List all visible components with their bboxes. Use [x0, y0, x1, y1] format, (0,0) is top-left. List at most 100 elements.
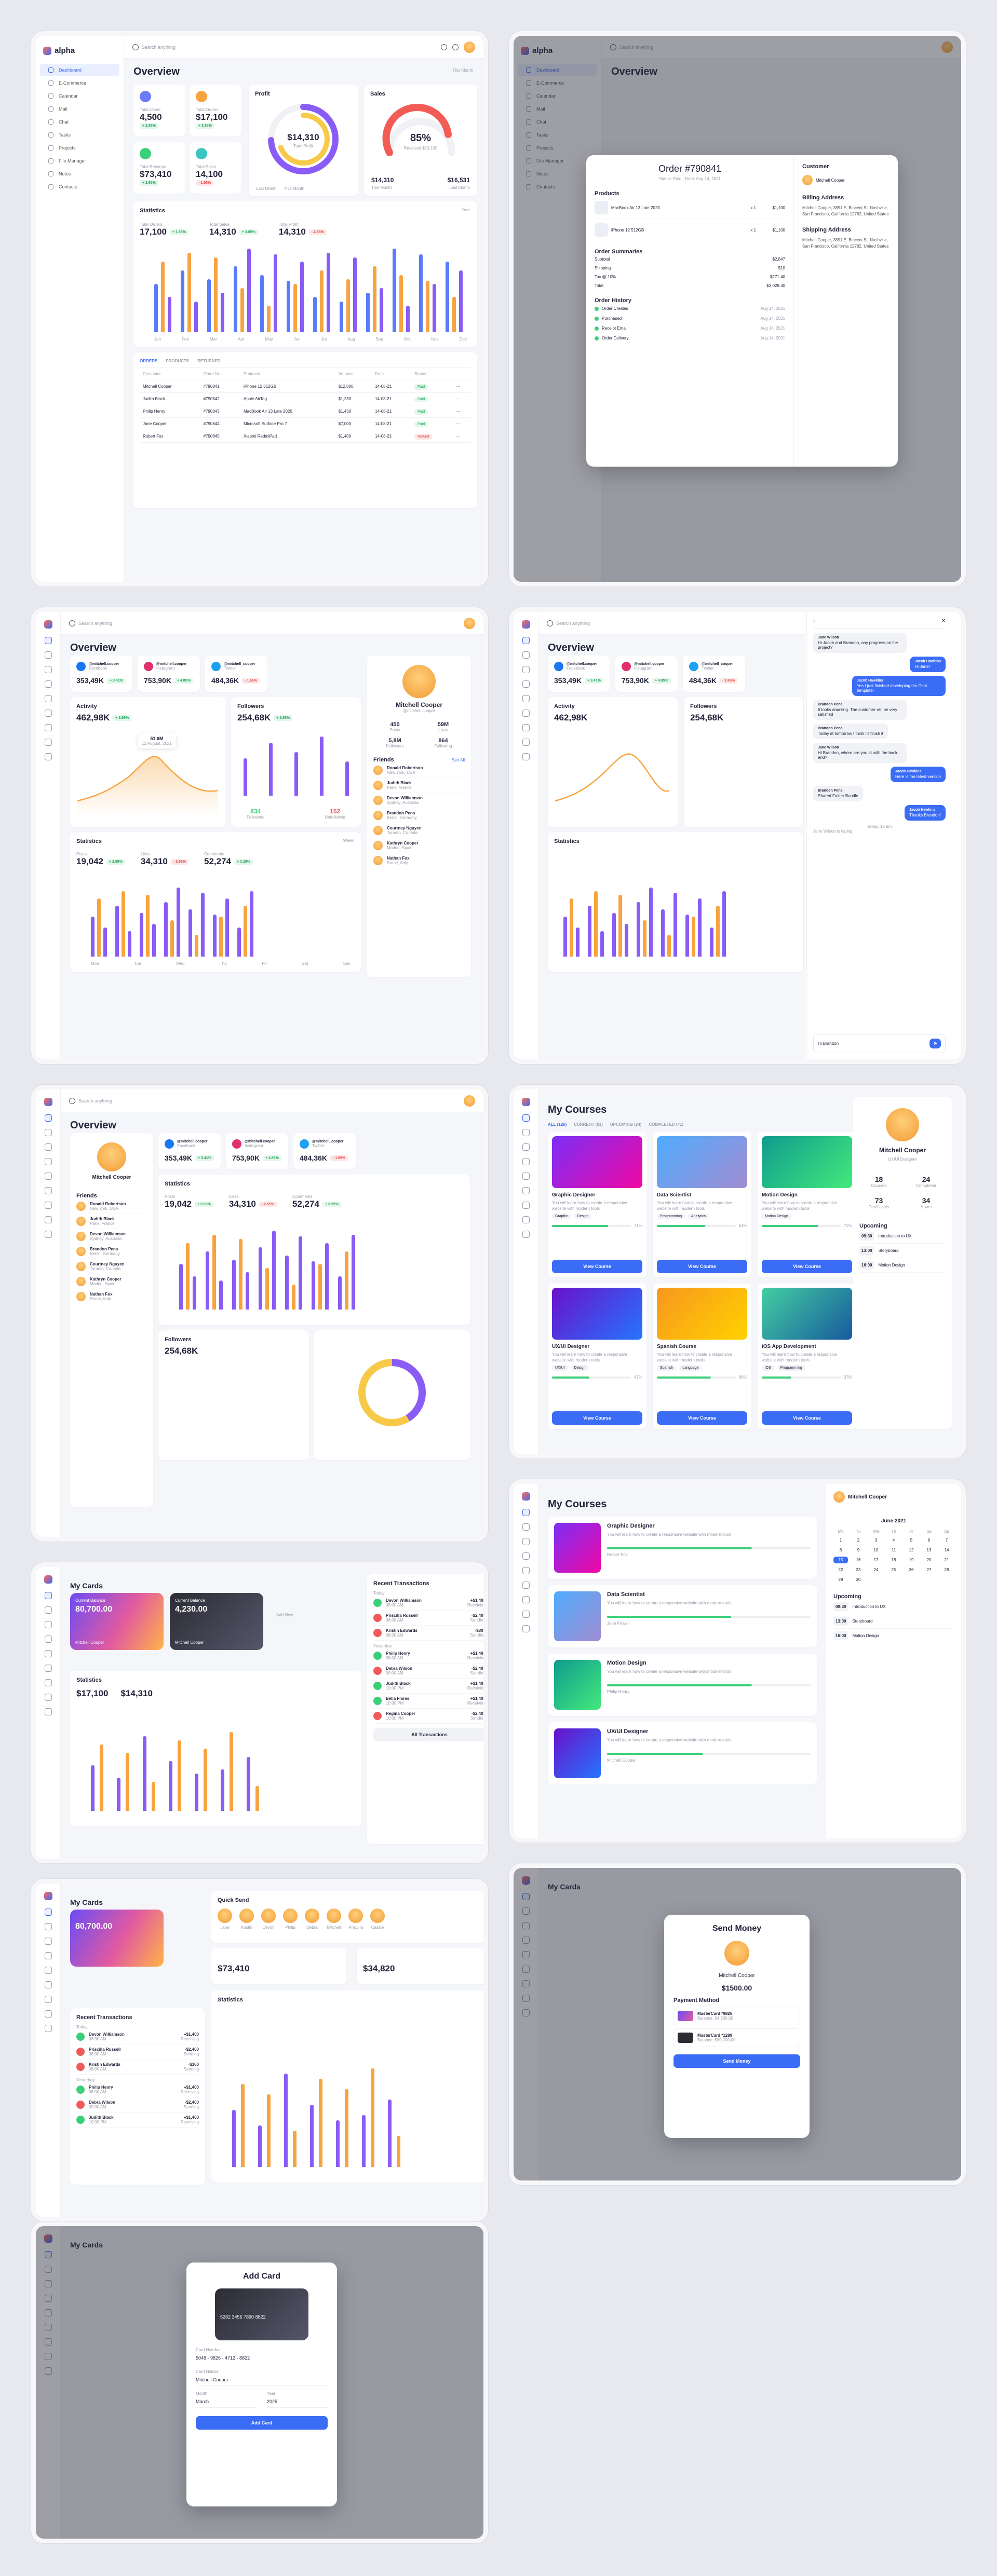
nav-icon[interactable]: [522, 651, 530, 659]
more-icon[interactable]: ···: [453, 417, 471, 430]
nav-icon[interactable]: [522, 1216, 530, 1223]
calendar-day[interactable]: 14: [939, 1547, 954, 1553]
amount-input[interactable]: $1500.00: [673, 1984, 800, 1992]
calendar-day[interactable]: 8: [833, 1547, 848, 1553]
upcoming-item[interactable]: 16:00 Motion Design: [859, 1258, 946, 1273]
sidebar-item-chat[interactable]: Chat: [40, 116, 119, 128]
statistics-period-select[interactable]: Year: [462, 208, 470, 212]
more-icon[interactable]: ···: [453, 405, 471, 418]
credit-card-primary[interactable]: 80,700.00: [70, 1910, 164, 1967]
course-tab[interactable]: CURRENT (61): [574, 1122, 603, 1127]
logo-icon[interactable]: [521, 1098, 530, 1106]
friend-item[interactable]: Devon Williamson Sydney, Australia: [373, 793, 465, 808]
chat-input[interactable]: Hi Brandon ➤: [813, 1034, 946, 1053]
calendar-day[interactable]: 4: [886, 1537, 901, 1544]
nav-icon[interactable]: [44, 1231, 52, 1238]
nav-icon[interactable]: [44, 1665, 52, 1672]
upcoming-item[interactable]: 13:00 Storyboard: [833, 1614, 954, 1629]
nav-icon[interactable]: [522, 1158, 530, 1165]
friend-item[interactable]: Ronald Robertson New York, USA: [373, 763, 465, 778]
course-card[interactable]: iOS App Development You will learn how to…: [758, 1284, 856, 1429]
see-all-link[interactable]: See All: [452, 758, 465, 762]
friend-item[interactable]: Devon Williamson Sydney, Australia: [76, 1229, 147, 1244]
course-list-item[interactable]: UX/UI Designer You will learn how to crea…: [548, 1722, 817, 1784]
transaction-item[interactable]: Bella Flores 10:00 PM +$1,400 Receiving: [373, 1694, 483, 1709]
calendar-day[interactable]: 9: [851, 1547, 866, 1553]
sidebar-item-calendar[interactable]: Calendar: [40, 90, 119, 102]
nav-icon[interactable]: [44, 1938, 52, 1945]
nav-icon[interactable]: [522, 1231, 530, 1238]
course-list-item[interactable]: Data Scientist You will learn how to crea…: [548, 1585, 817, 1647]
nav-icon[interactable]: [522, 1596, 530, 1603]
nav-icon[interactable]: [44, 651, 52, 659]
upcoming-item[interactable]: 09:30 Introduction to UX: [833, 1600, 954, 1614]
calendar-day[interactable]: 25: [886, 1566, 901, 1573]
course-tab[interactable]: COMPLETED (41): [649, 1122, 683, 1127]
logo-icon[interactable]: [44, 1892, 52, 1900]
calendar-day[interactable]: 15: [833, 1557, 848, 1563]
transaction-item[interactable]: Devon Williamson 08:00 AM +$1,400 Receiving: [373, 1596, 483, 1611]
all-transactions-button[interactable]: All Transactions: [373, 1728, 483, 1741]
nav-icon[interactable]: [44, 1923, 52, 1930]
sidebar-item-tasks[interactable]: Tasks: [40, 129, 119, 141]
quick-send-person[interactable]: Priscilla: [348, 1909, 363, 1930]
friend-item[interactable]: Courtney Nguyen Toronto, Canada: [76, 1259, 147, 1274]
course-card[interactable]: UX/UI Designer You will learn how to crea…: [548, 1284, 646, 1429]
transaction-item[interactable]: Kristin Edwards 08:00 AM -$300 Sending: [76, 2060, 199, 2075]
logo-icon[interactable]: [44, 620, 52, 629]
nav-icon[interactable]: [44, 695, 52, 702]
nav-icon[interactable]: [522, 1567, 530, 1574]
nav-icon[interactable]: [44, 666, 52, 673]
nav-icon[interactable]: [44, 1606, 52, 1614]
nav-icon[interactable]: [44, 1621, 52, 1628]
quick-send-person[interactable]: Debra: [305, 1909, 319, 1930]
nav-icon[interactable]: [44, 1202, 52, 1209]
quick-send-person[interactable]: Cassie: [370, 1909, 385, 1930]
calendar-day[interactable]: 16: [851, 1557, 866, 1563]
calendar-day[interactable]: 24: [869, 1566, 883, 1573]
nav-icon[interactable]: [522, 1187, 530, 1194]
friend-item[interactable]: Judith Black Paris, France: [76, 1214, 147, 1229]
nav-icon[interactable]: [522, 1114, 530, 1122]
search-bar[interactable]: Search anything: [547, 620, 797, 626]
sidebar-item-file-manager[interactable]: File Manager: [40, 155, 119, 167]
credit-card-secondary[interactable]: Current Balance 4,230.00 Mitchell Cooper: [170, 1593, 263, 1650]
friend-item[interactable]: Brandon Pena Berlin, Germany: [76, 1244, 147, 1259]
nav-icon[interactable]: [44, 724, 52, 731]
payment-method[interactable]: MasterCard *9826 Balance: $4,230.00: [673, 2007, 800, 2025]
calendar-day[interactable]: 30: [851, 1576, 866, 1583]
logo-icon[interactable]: [44, 1575, 52, 1584]
view-course-button[interactable]: View Course: [552, 1260, 642, 1273]
calendar-day[interactable]: 11: [886, 1547, 901, 1553]
nav-icon[interactable]: [44, 753, 52, 760]
card-number-input[interactable]: 5048 - 9826 - 4712 - 8822: [196, 2352, 328, 2364]
nav-icon[interactable]: [522, 637, 530, 644]
nav-icon[interactable]: [522, 1582, 530, 1589]
table-row[interactable]: Robert Fox #790845 Xiaomi RedmiPad $1,400 14…: [140, 430, 471, 443]
add-card-button[interactable]: Add New: [276, 1613, 293, 1617]
friend-item[interactable]: Brandon Pena Berlin, Germany: [373, 808, 465, 823]
logo-icon[interactable]: [44, 1098, 52, 1106]
table-row[interactable]: Philip Henry #790843 MacBook Air 13 Late 2…: [140, 405, 471, 418]
nav-icon[interactable]: [522, 724, 530, 731]
calendar-day[interactable]: 29: [833, 1576, 848, 1583]
nav-icon[interactable]: [44, 1592, 52, 1599]
calendar-day[interactable]: 12: [904, 1547, 919, 1553]
calendar-day[interactable]: 27: [922, 1566, 936, 1573]
friend-item[interactable]: Kathryn Cooper Madrid, Spain: [76, 1274, 147, 1289]
view-course-button[interactable]: View Course: [552, 1411, 642, 1425]
quick-send-person[interactable]: Mitchell: [327, 1909, 341, 1930]
payment-method[interactable]: MasterCard *1289 Balance: $80,700.00: [673, 2028, 800, 2047]
nav-icon[interactable]: [44, 1650, 52, 1657]
calendar-day[interactable]: 7: [939, 1537, 954, 1544]
table-row[interactable]: Jane Cooper #790844 Microsoft Surface Pro …: [140, 417, 471, 430]
friend-item[interactable]: Ronald Robertson New York, USA: [76, 1199, 147, 1214]
course-card[interactable]: Motion Design You will learn how to creat…: [758, 1132, 856, 1277]
tab-products[interactable]: PRODUCTS: [166, 359, 189, 363]
user-avatar[interactable]: [464, 41, 475, 53]
view-course-button[interactable]: View Course: [657, 1260, 747, 1273]
view-course-button[interactable]: View Course: [762, 1260, 852, 1273]
nav-icon[interactable]: [522, 1538, 530, 1545]
transaction-item[interactable]: Devon Williamson 08:00 AM +$1,400 Receiving: [76, 2029, 199, 2045]
nav-icon[interactable]: [44, 680, 52, 688]
